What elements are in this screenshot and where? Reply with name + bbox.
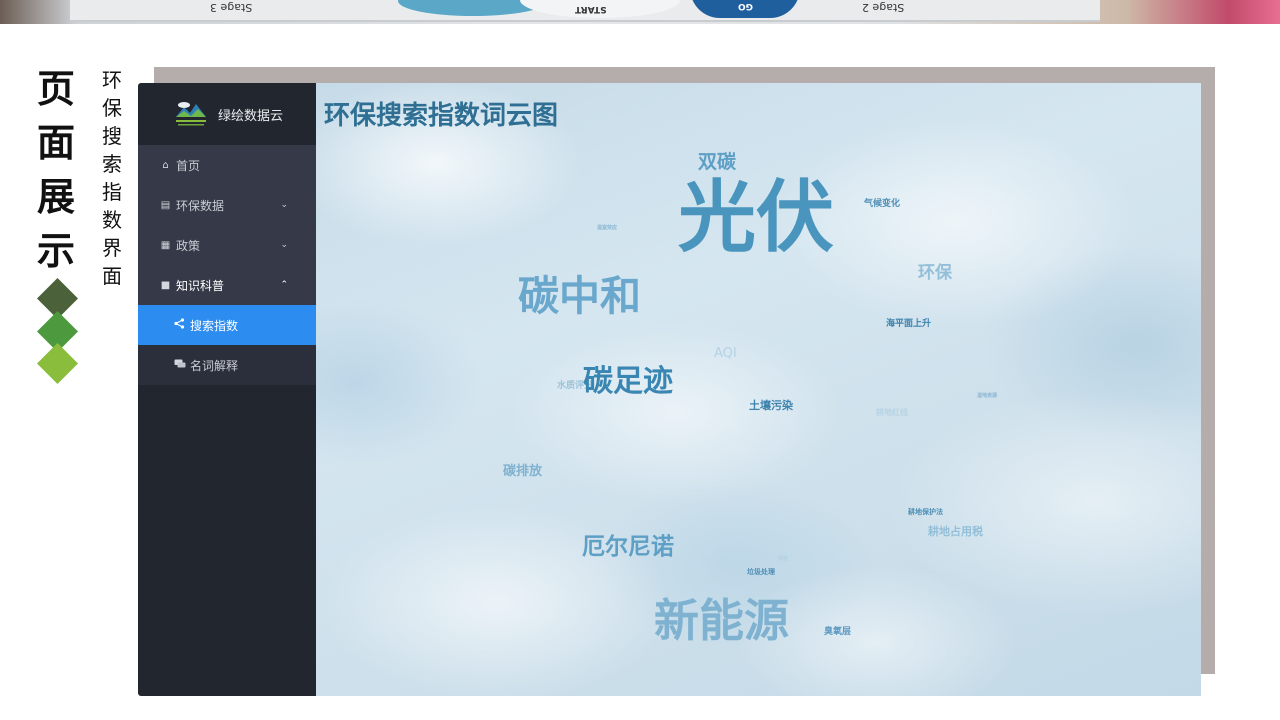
chat-icon	[174, 359, 186, 372]
word-wetland: 湿地资源	[977, 393, 998, 399]
sidebar-item-search-index[interactable]: 搜索指数	[138, 305, 316, 345]
word-huanbao: 环保	[918, 263, 952, 283]
sidebar-item-glossary[interactable]: 名词解释	[138, 345, 316, 385]
chart-icon: ▤	[160, 199, 171, 211]
bookmark-icon: ■	[160, 279, 171, 291]
word-farmland-tax: 耕地占用税	[928, 525, 983, 538]
top-banner-photo: Stage 3 START GO Stage 2	[0, 0, 1280, 24]
word-aqi: AQI	[714, 346, 737, 361]
word-guangfu: 光伏	[678, 173, 835, 263]
word-carbon-tax: 碳税	[778, 556, 789, 562]
sidebar-item-label: 知识科普	[176, 278, 225, 293]
slide-subtitle: 环保搜索指数界面	[102, 68, 122, 288]
word-el-nino: 厄尔尼诺	[582, 534, 674, 560]
word-climate-change: 气候变化	[864, 199, 901, 209]
share-icon	[174, 318, 185, 332]
sidebar-item-policy[interactable]: ▦ 政策 ⌄	[138, 225, 316, 265]
word-new-energy: 新能源	[654, 594, 790, 647]
word-shuangtan: 双碳	[698, 151, 737, 173]
word-garbage: 垃圾处理	[747, 568, 775, 576]
sidebar-item-label: 环保数据	[176, 198, 225, 213]
word-water-score: 碳足迹	[583, 364, 673, 399]
word-carbon-emission: 碳排放	[503, 464, 543, 479]
brand-name: 绿绘数据云	[218, 108, 284, 124]
sidebar-item-label: 政策	[176, 238, 201, 253]
chevron-down-icon: ⌄	[280, 240, 288, 250]
banner-go: GO	[738, 1, 754, 11]
diamond-light	[36, 342, 79, 385]
sidebar-menu: ⌂ 首页 ▤ 环保数据 ⌄ ▦ 政策 ⌄ ■ 知识科普 ⌃ 搜索指数 名词解释	[138, 145, 316, 385]
sidebar-item-home[interactable]: ⌂ 首页	[138, 145, 316, 185]
word-farmland-law: 耕地保护法	[908, 508, 943, 516]
banner-stage-right: Stage 2	[862, 1, 905, 14]
sidebar-item-env-data[interactable]: ▤ 环保数据 ⌄	[138, 185, 316, 225]
wordcloud-title: 环保搜索指数词云图	[324, 101, 559, 131]
sidebar-item-label: 名词解释	[190, 358, 239, 373]
sidebar-item-label: 搜索指数	[190, 318, 239, 333]
wordcloud-panel: 环保搜索指数词云图 双碳 光伏 气候变化 温室效应 碳中和 环保 海平面上升 A…	[316, 83, 1201, 696]
word-carbon-neutral: 碳中和	[518, 272, 641, 320]
book-icon: ▦	[160, 239, 171, 251]
sidebar: 绿绘数据云 ⌂ 首页 ▤ 环保数据 ⌄ ▦ 政策 ⌄ ■ 知识科普 ⌃ 搜索指数	[138, 83, 316, 696]
word-soil-pollution: 土壤污染	[749, 399, 793, 412]
logo-icon	[174, 99, 208, 129]
banner-stage-left: Stage 3	[210, 1, 253, 14]
chevron-up-icon: ⌃	[280, 280, 288, 290]
sidebar-item-knowledge[interactable]: ■ 知识科普 ⌃	[138, 265, 316, 305]
sidebar-item-label: 首页	[176, 158, 201, 173]
home-icon: ⌂	[162, 159, 169, 171]
word-greenhouse: 温室效应	[597, 225, 618, 231]
banner-start: START	[575, 4, 607, 14]
sidebar-logo[interactable]: 绿绘数据云	[138, 83, 316, 145]
word-sea-level: 海平面上升	[886, 319, 932, 329]
slide-title: 页面展示	[36, 66, 75, 273]
word-ozone: 臭氧层	[824, 627, 852, 637]
chevron-down-icon: ⌄	[280, 200, 288, 210]
word-farmland-redline: 耕地红线	[876, 408, 908, 417]
